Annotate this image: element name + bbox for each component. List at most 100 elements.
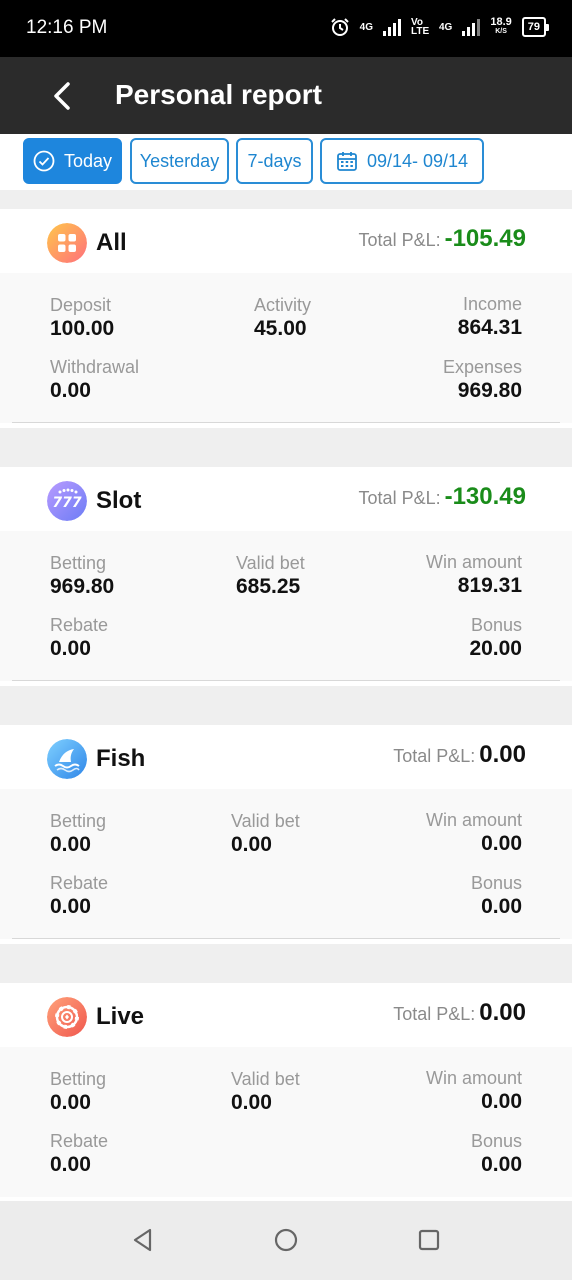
net-speed-value: 18.9 bbox=[490, 16, 512, 28]
stat-label: Win amount bbox=[425, 1068, 522, 1088]
filter-7days-label: 7-days bbox=[247, 150, 302, 171]
stat-label: Expenses bbox=[442, 357, 522, 377]
stat-rebate: Rebate 0.00 bbox=[50, 1131, 108, 1177]
stat-value: 969.80 bbox=[50, 575, 115, 598]
total-pl: Total P&L: -105.49 bbox=[359, 225, 526, 253]
total-pl: Total P&L: 0.00 bbox=[393, 999, 526, 1027]
stat-label: Betting bbox=[50, 1069, 107, 1089]
back-arrow-icon[interactable] bbox=[46, 79, 80, 113]
stat-rebate: Rebate 0.00 bbox=[50, 873, 108, 919]
stat-value: 0.00 bbox=[50, 895, 91, 918]
all-grid-icon bbox=[47, 223, 87, 263]
stat-value: 864.31 bbox=[457, 316, 522, 339]
status-icons: 4G Vo LTE 4G 18.9 K/S 79 bbox=[330, 17, 550, 37]
stat-value: 0.00 bbox=[231, 833, 272, 856]
stat-betting: Betting 0.00 bbox=[50, 811, 106, 857]
card-title: Live bbox=[96, 1003, 145, 1030]
signal-icon-2 bbox=[462, 18, 481, 36]
stat-label: Bonus bbox=[470, 1131, 522, 1151]
date-filter-bar: Today Yesterday 7-days 09/14- 09/14 bbox=[0, 134, 572, 190]
card-stats: Betting 969.80 Valid bet 685.25 Win amount… bbox=[0, 531, 572, 681]
battery-icon: 79 bbox=[521, 17, 550, 37]
stat-value: 685.25 bbox=[236, 575, 301, 598]
total-pl-label: Total P&L: bbox=[358, 488, 441, 508]
date-range-label: 09/14- 09/14 bbox=[366, 150, 469, 171]
card-header: Fish Total P&L: 0.00 bbox=[0, 725, 572, 789]
filter-yesterday-button[interactable]: Yesterday bbox=[130, 138, 229, 184]
stat-betting: Betting 969.80 bbox=[50, 553, 114, 599]
stat-bonus: Bonus 0.00 bbox=[471, 873, 522, 919]
stat-label: Betting bbox=[50, 811, 107, 831]
stat-value: 0.00 bbox=[50, 379, 91, 402]
stat-label: Rebate bbox=[50, 615, 109, 635]
net-speed: 18.9 K/S bbox=[490, 17, 511, 37]
total-pl-value: -105.49 bbox=[444, 225, 526, 252]
filter-yesterday-label: Yesterday bbox=[139, 150, 220, 171]
report-card-live: Live Total P&L: 0.00 Betting 0.00 Valid b… bbox=[0, 983, 572, 1201]
network-type-1: 4G bbox=[359, 21, 373, 33]
report-card-slot: 777 Slot Total P&L: -130.49 Betting 969.8… bbox=[0, 467, 572, 686]
card-stats: Betting 0.00 Valid bet 0.00 Win amount 0.00… bbox=[0, 1047, 572, 1197]
divider bbox=[12, 938, 560, 939]
stat-value: 0.00 bbox=[231, 1091, 272, 1114]
stat-withdrawal: Withdrawal 0.00 bbox=[50, 357, 139, 403]
live-chip-icon bbox=[47, 997, 87, 1037]
total-pl-value: -130.49 bbox=[444, 483, 526, 510]
stat-label: Withdrawal bbox=[50, 357, 140, 377]
stat-income: Income 864.31 bbox=[458, 294, 522, 340]
date-range-button[interactable]: 09/14- 09/14 bbox=[320, 138, 484, 184]
divider bbox=[12, 422, 560, 423]
stat-label: Bonus bbox=[470, 615, 522, 635]
filter-today-button[interactable]: Today bbox=[23, 138, 122, 184]
stat-value: 0.00 bbox=[481, 1090, 522, 1113]
stat-value: 0.00 bbox=[50, 833, 91, 856]
calendar-icon bbox=[337, 152, 357, 171]
stat-win-amount: Win amount 819.31 bbox=[426, 552, 522, 598]
stat-value: 0.00 bbox=[50, 637, 91, 660]
stat-value: 819.31 bbox=[457, 574, 522, 597]
stat-value: 0.00 bbox=[50, 1153, 91, 1176]
stat-win-amount: Win amount 0.00 bbox=[426, 810, 522, 856]
check-circle-icon bbox=[33, 150, 55, 172]
nav-home-icon[interactable] bbox=[271, 1225, 301, 1255]
total-pl: Total P&L: 0.00 bbox=[393, 741, 526, 769]
svg-text:777: 777 bbox=[52, 495, 81, 511]
stat-label: Valid bet bbox=[231, 1069, 300, 1089]
total-pl-label: Total P&L: bbox=[393, 1004, 476, 1024]
stat-label: Bonus bbox=[470, 873, 522, 893]
filter-7days-button[interactable]: 7-days bbox=[236, 138, 313, 184]
page-title: Personal report bbox=[115, 79, 322, 110]
stat-rebate: Rebate 0.00 bbox=[50, 615, 108, 661]
stat-label: Win amount bbox=[425, 810, 522, 830]
stat-label: Activity bbox=[254, 295, 312, 315]
card-stats: Betting 0.00 Valid bet 0.00 Win amount 0.00… bbox=[0, 789, 572, 939]
slot-777-icon: 777 bbox=[47, 481, 87, 521]
stat-value: 20.00 bbox=[469, 637, 522, 660]
app-header: Personal report bbox=[0, 57, 572, 134]
card-header: 777 Slot Total P&L: -130.49 bbox=[0, 467, 572, 531]
battery-level: 79 bbox=[527, 21, 540, 33]
nav-recents-icon[interactable] bbox=[414, 1225, 444, 1255]
card-title: Fish bbox=[96, 745, 146, 772]
status-bar: 12:16 PM 4G Vo LTE 4G 18.9 K/S 79 bbox=[0, 0, 572, 57]
card-header: All Total P&L: -105.49 bbox=[0, 209, 572, 273]
stat-value: 0.00 bbox=[481, 1153, 522, 1176]
system-nav-bar bbox=[0, 1201, 572, 1280]
stat-expenses: Expenses 969.80 bbox=[443, 357, 522, 403]
total-pl-label: Total P&L: bbox=[358, 230, 441, 250]
net-speed-unit: K/S bbox=[495, 28, 507, 35]
nav-back-icon[interactable] bbox=[128, 1225, 158, 1255]
stat-valid-bet: Valid bet 0.00 bbox=[231, 811, 300, 857]
stat-label: Rebate bbox=[50, 1131, 109, 1151]
card-header: Live Total P&L: 0.00 bbox=[0, 983, 572, 1047]
stat-label: Win amount bbox=[425, 552, 522, 572]
total-pl-value: 0.00 bbox=[479, 741, 526, 768]
status-time: 12:16 PM bbox=[26, 17, 108, 38]
stat-label: Rebate bbox=[50, 873, 109, 893]
stat-value: 0.00 bbox=[481, 895, 522, 918]
stat-valid-bet: Valid bet 685.25 bbox=[236, 553, 305, 599]
divider bbox=[12, 680, 560, 681]
stat-label: Valid bet bbox=[231, 811, 300, 831]
total-pl: Total P&L: -130.49 bbox=[359, 483, 526, 511]
stat-win-amount: Win amount 0.00 bbox=[426, 1068, 522, 1114]
